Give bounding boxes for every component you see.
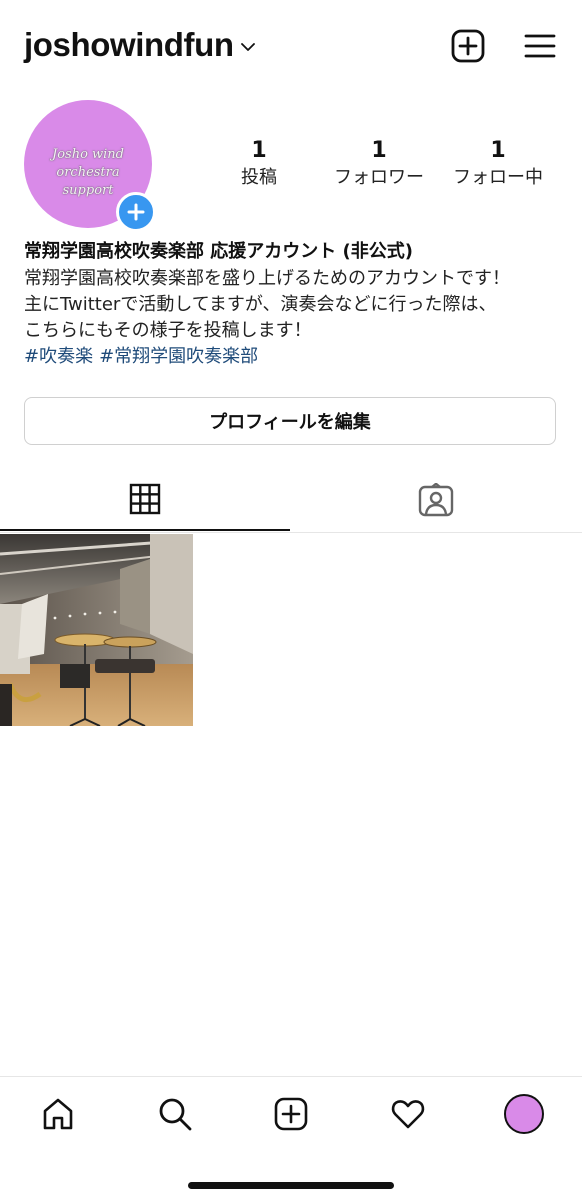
hashtag-link[interactable]: #常翔学園吹奏楽部 bbox=[99, 346, 258, 367]
grid-icon bbox=[129, 483, 161, 514]
posts-count: 1 bbox=[251, 138, 267, 163]
posts-label: 投稿 bbox=[241, 167, 277, 188]
following-label: フォロー中 bbox=[453, 167, 543, 188]
edit-profile-button[interactable]: プロフィールを編集 bbox=[24, 397, 556, 445]
menu-icon[interactable] bbox=[522, 28, 558, 64]
heart-icon[interactable] bbox=[388, 1094, 428, 1134]
hashtags: #吹奏楽 #常翔学園吹奏楽部 bbox=[24, 344, 564, 370]
username: joshowindfun bbox=[24, 26, 234, 63]
chevron-down-icon bbox=[240, 43, 255, 51]
concert-hall-photo bbox=[0, 534, 193, 726]
following-count: 1 bbox=[490, 138, 506, 163]
bio-line: 主にTwitterで活動してますが、演奏会などに行った際は、 bbox=[24, 294, 497, 315]
profile-tabs bbox=[0, 468, 582, 533]
home-icon[interactable] bbox=[38, 1094, 78, 1134]
create-icon[interactable] bbox=[271, 1094, 311, 1134]
profile-bio: 常翔学園高校吹奏楽部 応援アカウント (非公式) 常翔学園高校吹奏楽部を盛り上げ… bbox=[24, 238, 564, 370]
stat-followers[interactable]: 1 フォロワー bbox=[319, 138, 439, 190]
home-indicator[interactable] bbox=[188, 1182, 394, 1189]
profile-avatar-tab[interactable] bbox=[504, 1094, 544, 1134]
new-post-icon[interactable] bbox=[450, 28, 486, 64]
bio-line: こちらにもその様子を投稿します！ bbox=[24, 320, 312, 341]
add-story-button[interactable] bbox=[116, 192, 156, 232]
tab-posts-grid[interactable] bbox=[0, 468, 290, 531]
avatar bbox=[504, 1094, 544, 1134]
tab-tagged[interactable] bbox=[291, 468, 581, 531]
plus-icon bbox=[127, 203, 145, 221]
display-name: 常翔学園高校吹奏楽部 応援アカウント (非公式) bbox=[24, 241, 413, 262]
bottom-navigation bbox=[0, 1076, 582, 1201]
post-thumbnail[interactable] bbox=[0, 534, 193, 726]
followers-count: 1 bbox=[371, 138, 387, 163]
top-header: joshowindfun bbox=[0, 0, 582, 96]
stat-following[interactable]: 1 フォロー中 bbox=[438, 138, 558, 190]
search-icon[interactable] bbox=[155, 1094, 195, 1134]
followers-label: フォロワー bbox=[334, 167, 424, 188]
hashtag-link[interactable]: #吹奏楽 bbox=[24, 346, 93, 367]
stat-posts[interactable]: 1 投稿 bbox=[199, 138, 319, 190]
account-switcher[interactable]: joshowindfun bbox=[24, 26, 256, 64]
bio-line: 常翔学園高校吹奏楽部を盛り上げるためのアカウントです！ bbox=[24, 268, 510, 289]
tagged-person-icon bbox=[418, 482, 454, 516]
